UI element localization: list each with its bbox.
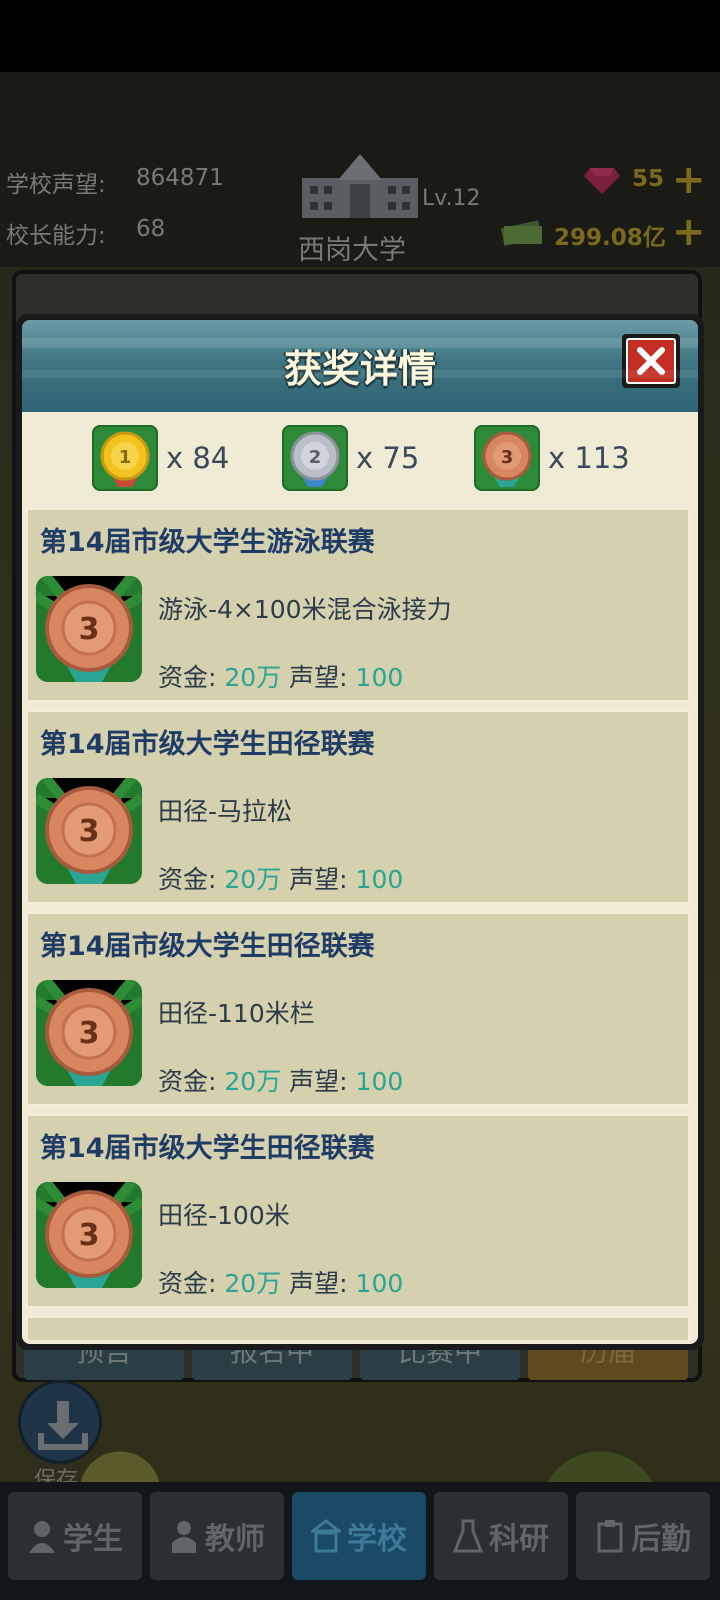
award-card: 第14届市级大学生田径联赛 3 田径-110米栏 资金: 20万 声望: 100 (26, 912, 690, 1106)
reputation-label: 声望: (289, 663, 348, 692)
reputation-value: 100 (355, 865, 404, 894)
dialog-body: 获奖详情 1 x 84 2 x 75 3 x 113 第14届市级大学生游泳联赛… (22, 320, 698, 1344)
gem-icon (584, 168, 620, 194)
cash-icon (500, 220, 542, 246)
nav-research[interactable]: 科研 (434, 1492, 568, 1580)
gem-count: 55 (632, 166, 665, 192)
reputation-value: 864871 (136, 165, 224, 191)
add-gems-plus-icon[interactable]: + (672, 160, 706, 200)
funds-value: 20万 (224, 663, 282, 692)
reward-line: 资金: 20万 声望: 100 (158, 1062, 403, 1098)
bronze-medal-icon: 3 (36, 576, 142, 682)
close-icon (626, 338, 676, 384)
funds-value: 20万 (224, 1269, 282, 1298)
reputation-value: 100 (355, 1067, 404, 1096)
school-icon (311, 1519, 341, 1553)
medal-counts: 1 x 84 2 x 75 3 x 113 (22, 420, 698, 500)
event-name: 田径-马拉松 (158, 797, 293, 826)
medal-rank: 3 (79, 612, 100, 647)
silver-medal-number: 2 (309, 447, 322, 468)
reputation-label: 声望: (289, 865, 348, 894)
school-building-icon[interactable] (300, 150, 420, 222)
nav-teachers-label: 教师 (205, 1522, 265, 1557)
clipboard-icon (597, 1520, 623, 1553)
funds-label: 资金: (158, 1067, 217, 1096)
add-money-plus-icon[interactable]: + (672, 212, 706, 252)
bronze-medal-count: 3 x 113 (474, 424, 630, 492)
reputation-value: 100 (355, 1269, 404, 1298)
nav-research-label: 科研 (489, 1522, 549, 1557)
competition-title: 第14届市级大学生田径联赛 (40, 729, 375, 760)
dialog-title: 获奖详情 (283, 347, 436, 391)
award-card: 第14届市级大学生游泳联赛 3 游泳-4×100米混合泳接力 资金: 20万 声… (26, 508, 690, 702)
gold-count: x 84 (166, 441, 230, 475)
download-icon (38, 1401, 88, 1450)
ability-label: 校长能力: (6, 223, 106, 249)
reputation-label: 声望: (289, 1269, 348, 1298)
school-level: Lv.12 (422, 186, 481, 211)
nav-students-label: 学生 (63, 1522, 123, 1557)
flask-icon (453, 1519, 483, 1553)
competition-title: 第14届市级大学生田径联赛 (40, 931, 375, 962)
funds-label: 资金: (158, 663, 217, 692)
reputation-value: 100 (355, 663, 404, 692)
nav-students[interactable]: 学生 (8, 1492, 142, 1580)
reward-line: 资金: 20万 声望: 100 (158, 658, 403, 694)
medal-rank: 3 (79, 814, 100, 849)
nav-logistics[interactable]: 后勤 (576, 1492, 710, 1580)
award-card-partial (26, 1316, 690, 1340)
event-name: 游泳-4×100米混合泳接力 (158, 595, 452, 624)
nav-logistics-label: 后勤 (631, 1522, 691, 1557)
medal-rank: 3 (79, 1016, 100, 1051)
gold-medal-number: 1 (119, 447, 132, 468)
nav-school[interactable]: 学校 (292, 1492, 426, 1580)
reward-line: 资金: 20万 声望: 100 (158, 860, 403, 896)
silver-count: x 75 (356, 441, 420, 475)
reputation-label: 声望: (289, 1067, 348, 1096)
funds-value: 20万 (224, 865, 282, 894)
ability-value: 68 (136, 216, 166, 242)
medal-rank: 3 (79, 1218, 100, 1253)
bottom-navigation: 学生 教师 学校 科研 后勤 (0, 1482, 720, 1600)
event-name: 田径-100米 (158, 1201, 290, 1230)
bronze-medal-icon: 3 (36, 1182, 142, 1288)
school-name: 西岗大学 (298, 235, 406, 266)
silver-medal-count: 2 x 75 (282, 424, 419, 492)
gold-medal-icon: 1 (92, 425, 158, 491)
bronze-count: x 113 (548, 441, 630, 475)
funds-label: 资金: (158, 1269, 217, 1298)
award-card: 第14届市级大学生田径联赛 3 田径-100米 资金: 20万 声望: 100 (26, 1114, 690, 1308)
money-amount: 299.08亿 (554, 225, 666, 251)
competition-title: 第14届市级大学生田径联赛 (40, 1133, 375, 1164)
award-list[interactable]: 第14届市级大学生游泳联赛 3 游泳-4×100米混合泳接力 资金: 20万 声… (26, 508, 694, 1340)
status-bar (0, 0, 720, 72)
reward-line: 资金: 20万 声望: 100 (158, 1264, 403, 1300)
award-details-dialog: 获奖详情 1 x 84 2 x 75 3 x 113 第14届市级大学生游泳联赛… (16, 314, 704, 1350)
save-button[interactable] (18, 1380, 102, 1464)
competition-title: 第14届市级大学生游泳联赛 (40, 527, 375, 558)
event-name: 田径-110米栏 (158, 999, 315, 1028)
award-card: 第14届市级大学生田径联赛 3 田径-马拉松 资金: 20万 声望: 100 (26, 710, 690, 904)
bronze-medal-icon: 3 (36, 778, 142, 884)
bronze-medal-icon: 3 (36, 980, 142, 1086)
reputation-label: 学校声望: (6, 172, 106, 198)
funds-label: 资金: (158, 865, 217, 894)
student-icon (29, 1521, 55, 1553)
nav-school-label: 学校 (347, 1522, 407, 1557)
dialog-header: 获奖详情 (22, 320, 698, 412)
silver-medal-icon: 2 (282, 425, 348, 491)
gold-medal-count: 1 x 84 (92, 424, 229, 492)
close-button[interactable] (622, 334, 680, 388)
funds-value: 20万 (224, 1067, 282, 1096)
teacher-icon (172, 1521, 196, 1553)
nav-teachers[interactable]: 教师 (150, 1492, 284, 1580)
bronze-medal-icon: 3 (474, 425, 540, 491)
bronze-medal-number: 3 (501, 447, 514, 468)
